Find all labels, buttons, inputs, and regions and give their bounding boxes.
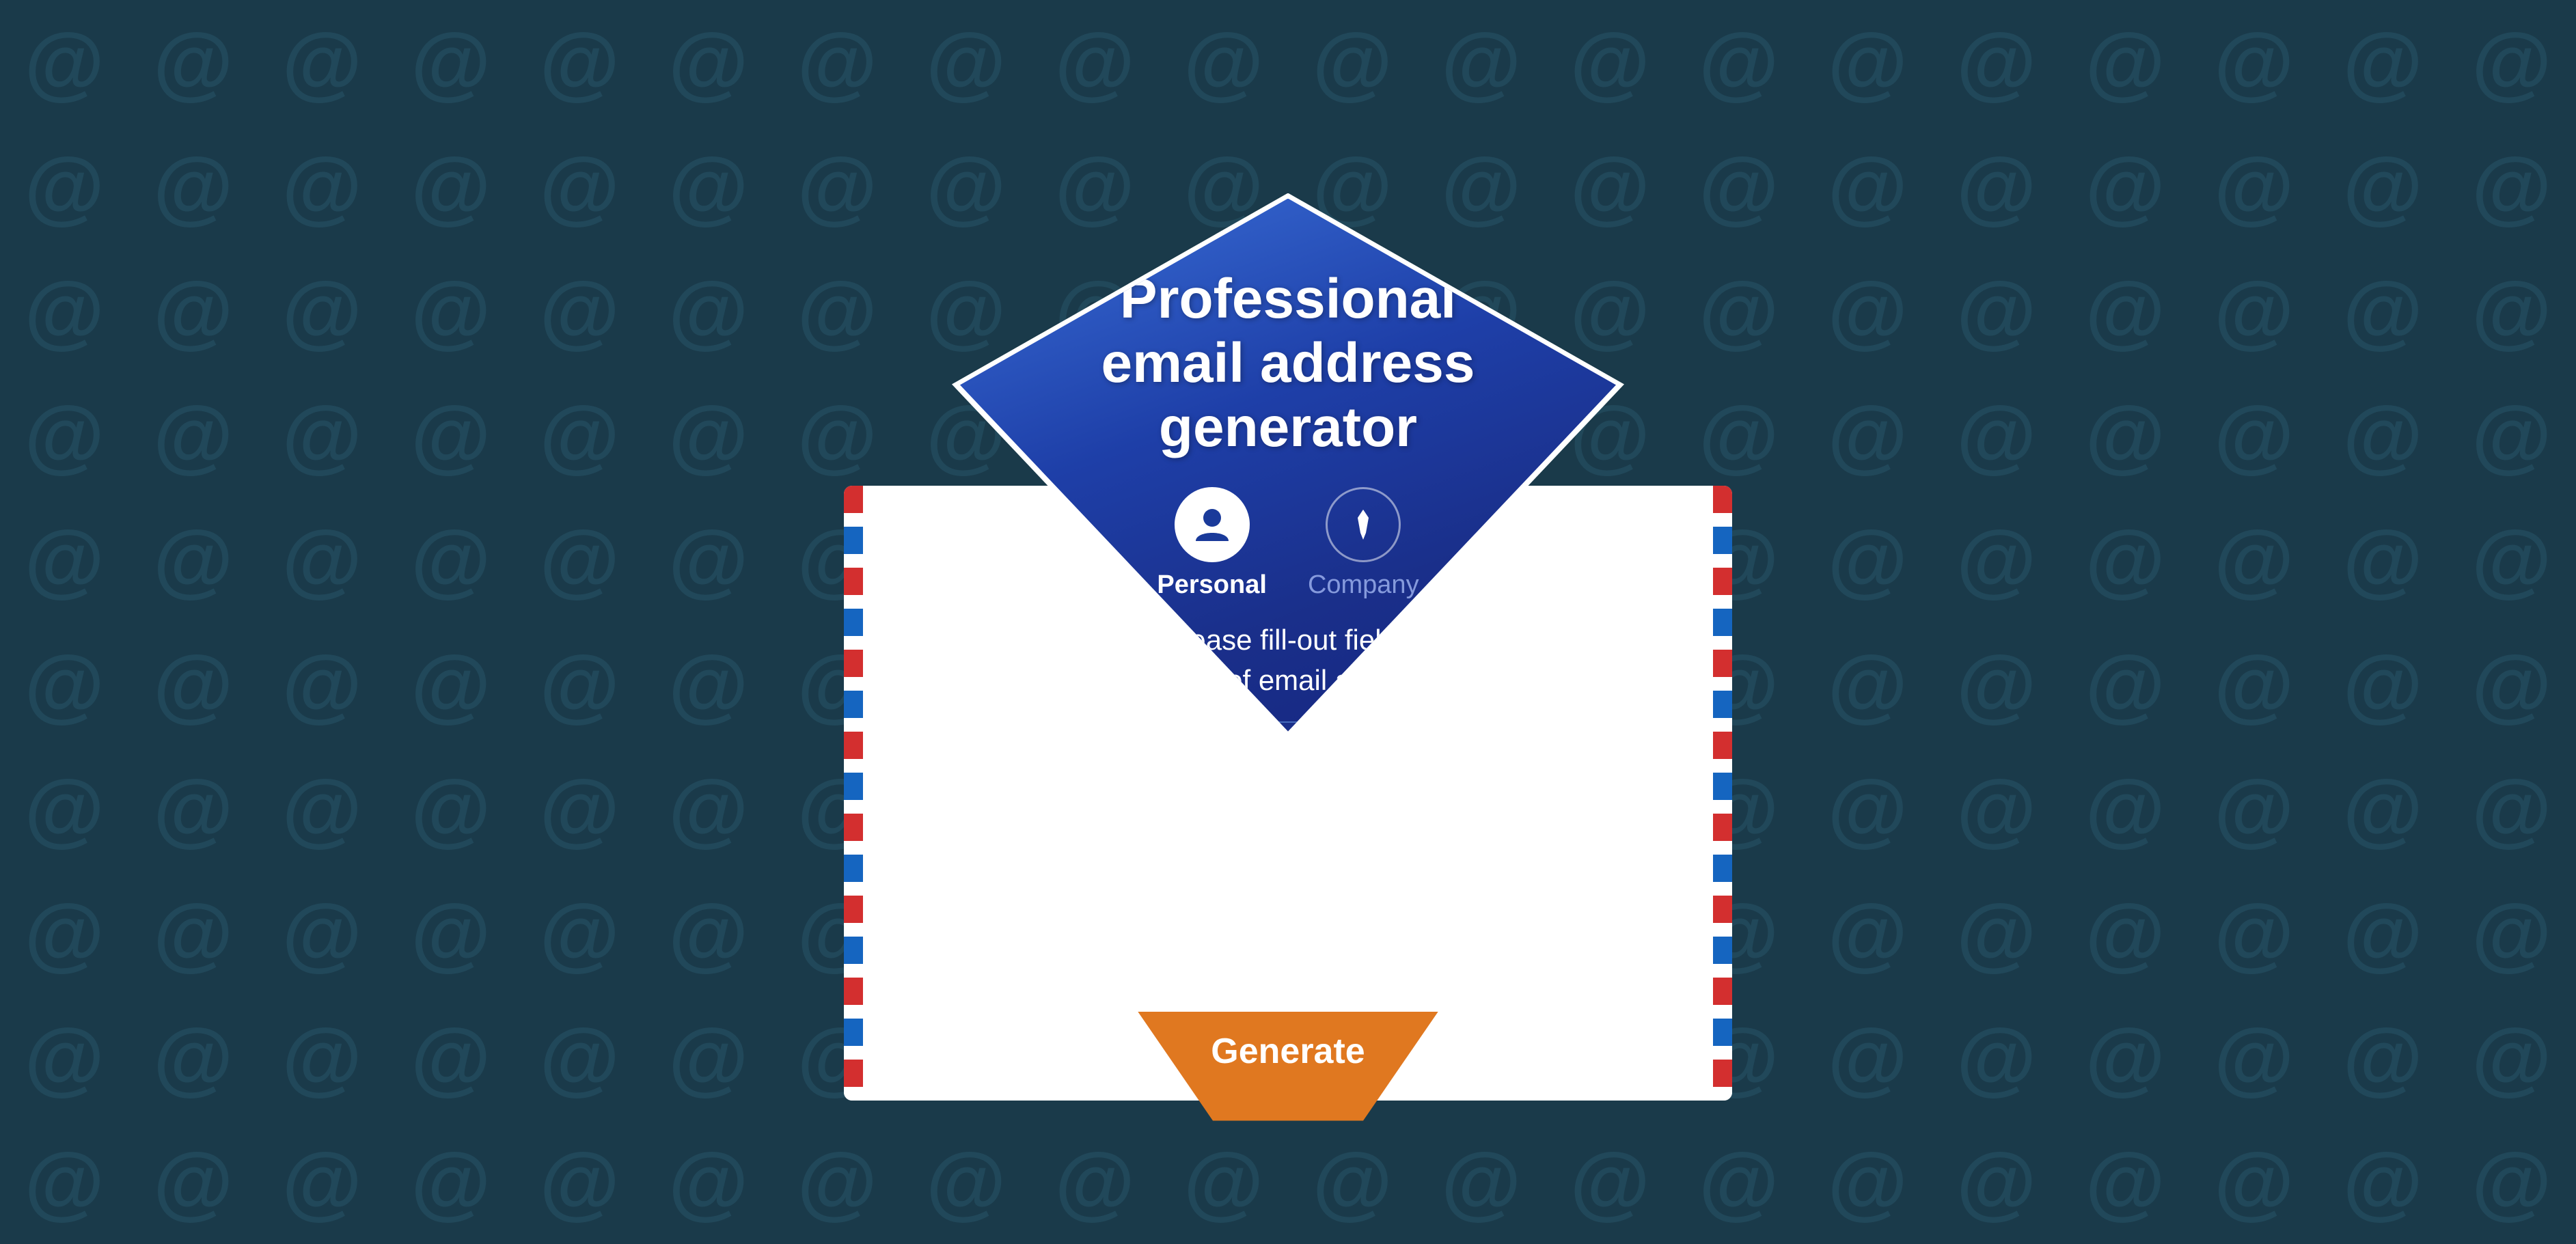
envelope-wrapper: Professional email address generator Per…	[810, 144, 1766, 1101]
page-title: Professional email address generator	[1101, 267, 1475, 460]
generate-button-wrapper: Generate	[1138, 1012, 1438, 1121]
tab-company[interactable]: Company	[1308, 487, 1419, 600]
person-icon	[1192, 504, 1233, 545]
generate-button[interactable]: Generate	[1138, 1012, 1438, 1121]
tab-row: Personal Company	[1157, 487, 1419, 600]
personal-icon-circle	[1175, 487, 1250, 562]
stripe-right	[1713, 486, 1732, 1101]
tie-icon	[1343, 504, 1384, 545]
company-tab-label: Company	[1308, 570, 1419, 600]
stripe-left	[844, 486, 863, 1101]
company-icon-circle	[1326, 487, 1401, 562]
tab-personal[interactable]: Personal	[1157, 487, 1267, 600]
personal-tab-label: Personal	[1157, 570, 1267, 600]
